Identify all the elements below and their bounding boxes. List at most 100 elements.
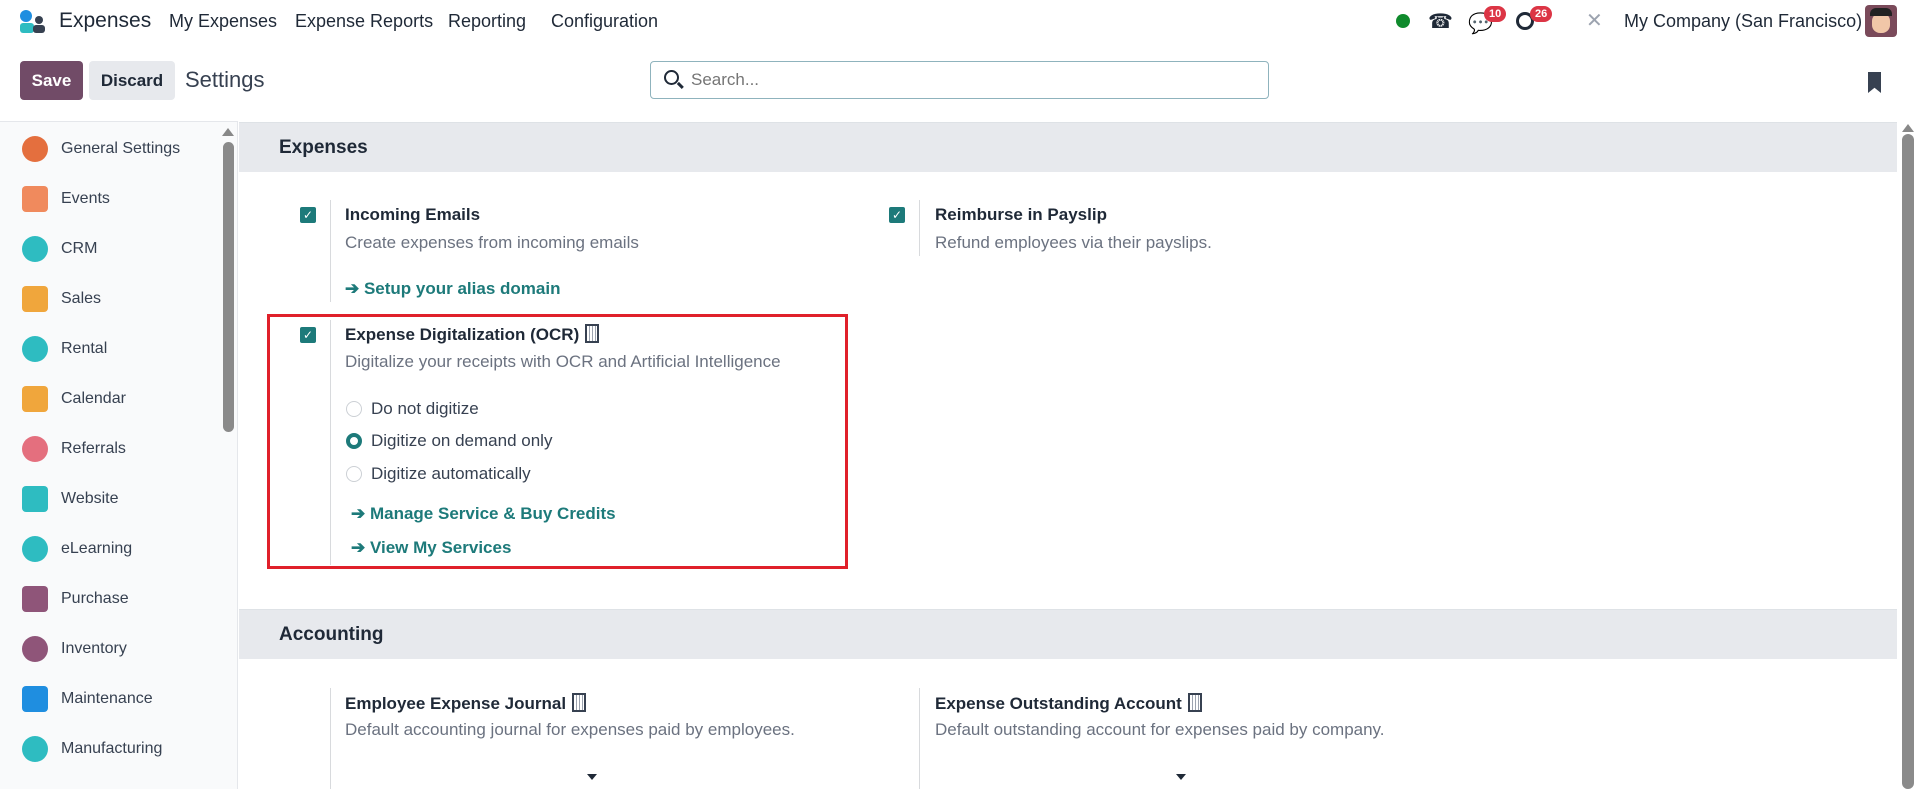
app-icon [22, 536, 48, 562]
menu-reporting[interactable]: Reporting [448, 11, 526, 32]
link-label: View My Services [369, 538, 512, 557]
sidebar-item-calendar[interactable]: Calendar [0, 379, 218, 419]
app-icon [22, 486, 48, 512]
top-navbar: Expenses My Expenses Expense Reports Rep… [0, 0, 1919, 45]
radio-button[interactable] [346, 466, 362, 482]
bookmark-icon[interactable] [1868, 72, 1881, 93]
reimburse-payslip-title: Reimburse in Payslip [935, 205, 1107, 224]
main-scroll-up[interactable] [1902, 124, 1914, 132]
journal-dropdown[interactable] [345, 765, 605, 787]
view-my-services-link[interactable]: ➔ View My Services [351, 538, 511, 558]
menu-my-expenses[interactable]: My Expenses [169, 11, 277, 32]
phone-icon[interactable]: ☎ [1428, 9, 1453, 34]
radio-button[interactable] [346, 401, 362, 417]
app-icon [22, 586, 48, 612]
app-icon [22, 736, 48, 762]
page-title: Settings [185, 67, 265, 92]
divider [330, 320, 331, 565]
account-title: Expense Outstanding Account [935, 693, 1202, 714]
sidebar-item-rental[interactable]: Rental [0, 329, 218, 369]
setup-alias-domain-link[interactable]: ➔ Setup your alias domain [345, 279, 560, 299]
sidebar-item-label: Website [61, 490, 119, 507]
discard-button[interactable]: Discard [89, 61, 175, 100]
ocr-desc: Digitalize your receipts with OCR and Ar… [345, 352, 781, 371]
incoming-emails-title: Incoming Emails [345, 205, 481, 224]
sidebar-item-label: Purchase [61, 590, 129, 607]
ocr-option-1[interactable]: Digitize on demand only [346, 431, 646, 451]
radio-label: Do not digitize [371, 399, 479, 418]
app-icon [22, 386, 48, 412]
section-title: Accounting [279, 624, 384, 645]
sidebar-item-sales[interactable]: Sales [0, 279, 218, 319]
radio-button[interactable] [346, 433, 362, 449]
account-desc: Default outstanding account for expenses… [935, 720, 1385, 739]
sidebar-item-manufacturing[interactable]: Manufacturing [0, 729, 218, 769]
journal-title-text: Employee Expense Journal [345, 694, 567, 713]
menu-expense-reports[interactable]: Expense Reports [295, 11, 433, 32]
app-icon [22, 686, 48, 712]
sidebar-item-crm[interactable]: CRM [0, 229, 218, 269]
account-title-text: Expense Outstanding Account [935, 694, 1182, 713]
company-switcher[interactable]: My Company (San Francisco) [1624, 11, 1862, 32]
link-label: Setup your alias domain [363, 279, 561, 298]
app-icon [22, 186, 48, 212]
sidebar-scroll-up[interactable] [222, 128, 234, 136]
divider [919, 688, 920, 789]
manage-service-link[interactable]: ➔ Manage Service & Buy Credits [351, 504, 616, 524]
main-scrollbar[interactable] [1902, 134, 1914, 789]
company-building-icon [1187, 693, 1202, 712]
sidebar-item-label: General Settings [61, 140, 181, 157]
section-header-accounting: Accounting [239, 609, 1897, 659]
menu-configuration[interactable]: Configuration [551, 11, 658, 32]
sidebar-item-website[interactable]: Website [0, 479, 218, 519]
chevron-down-icon [587, 774, 597, 780]
sidebar-item-general-settings[interactable]: General Settings [0, 129, 218, 169]
settings-sidebar: General Settings Events CRM Sales Rental Cale… [0, 121, 238, 789]
company-building-icon [572, 693, 587, 712]
tools-icon[interactable]: ✕ [1586, 8, 1603, 33]
app-name[interactable]: Expenses [59, 9, 151, 33]
section-header-expenses: Expenses [239, 122, 1897, 172]
incoming-emails-checkbox[interactable]: ✓ [300, 207, 316, 223]
sidebar-item-label: Manufacturing [61, 740, 163, 757]
ocr-checkbox[interactable]: ✓ [300, 327, 316, 343]
activities-badge: 26 [1530, 6, 1553, 22]
sidebar-item-maintenance[interactable]: Maintenance [0, 679, 218, 719]
online-status-icon [1396, 14, 1410, 28]
app-icon [22, 236, 48, 262]
ocr-option-2[interactable]: Digitize automatically [346, 464, 646, 484]
ocr-title: Expense Digitalization (OCR) [345, 324, 600, 345]
expenses-app-icon[interactable] [20, 10, 46, 34]
user-avatar[interactable] [1865, 5, 1897, 37]
app-icon [22, 136, 48, 162]
sidebar-item-label: CRM [61, 240, 98, 257]
sidebar-item-label: Events [61, 190, 110, 207]
sidebar-item-elearning[interactable]: eLearning [0, 529, 218, 569]
sidebar-item-events[interactable]: Events [0, 179, 218, 219]
app-icon [22, 286, 48, 312]
sidebar-item-inventory[interactable]: Inventory [0, 629, 218, 669]
section-title: Expenses [279, 137, 368, 158]
sidebar-scrollbar[interactable] [223, 142, 234, 432]
reimburse-payslip-checkbox[interactable]: ✓ [889, 207, 905, 223]
sidebar-item-label: Maintenance [61, 690, 153, 707]
sidebar-item-label: Calendar [61, 390, 126, 407]
sidebar-item-purchase[interactable]: Purchase [0, 579, 218, 619]
sidebar-item-label: Rental [61, 340, 108, 357]
ocr-option-0[interactable]: Do not digitize [346, 399, 646, 419]
sidebar-item-referrals[interactable]: Referrals [0, 429, 218, 469]
search-input[interactable] [691, 68, 1251, 92]
chevron-down-icon [1176, 774, 1186, 780]
sidebar-item-label: Sales [61, 290, 102, 307]
messages-badge: 10 [1484, 6, 1507, 22]
search-box[interactable] [650, 61, 1269, 99]
journal-desc: Default accounting journal for expenses … [345, 720, 795, 739]
app-icon [22, 636, 48, 662]
app-icon [22, 436, 48, 462]
save-button[interactable]: Save [20, 61, 83, 100]
radio-label: Digitize on demand only [371, 431, 553, 450]
account-dropdown[interactable] [935, 765, 1195, 787]
ocr-title-text: Expense Digitalization (OCR) [345, 325, 580, 344]
incoming-emails-desc: Create expenses from incoming emails [345, 233, 639, 252]
divider [330, 200, 331, 302]
